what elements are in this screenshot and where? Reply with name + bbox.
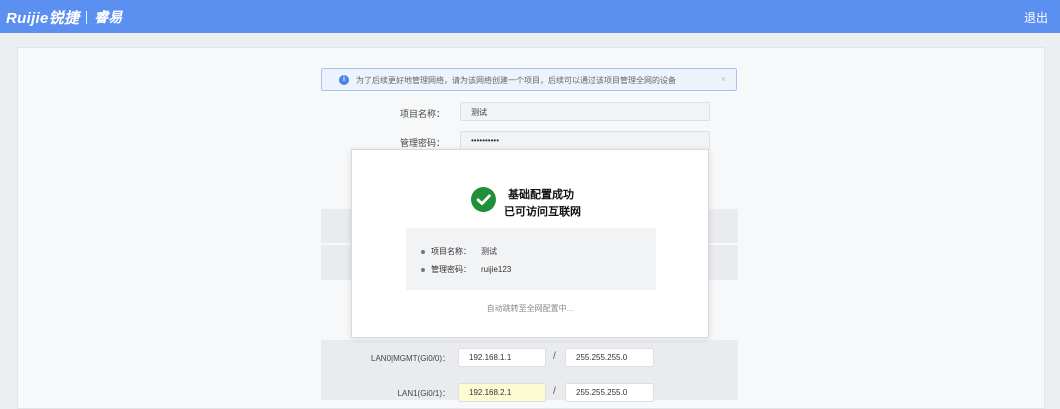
summary-item: 项目名称： 测试: [421, 246, 497, 257]
bullet-icon: [421, 249, 425, 254]
success-dialog: 基础配置成功 已可访问互联网 项目名称： 测试 管理密码： ruijie123 …: [351, 149, 709, 338]
info-notice: i 为了后续更好地管理网络，请为该网络创建一个项目，后续可以通过该项目管理全网的…: [321, 68, 737, 91]
dialog-subtitle: 已可访问互联网: [504, 206, 581, 218]
summary-value: ruijie123: [481, 265, 512, 274]
product-name: 睿易: [94, 9, 123, 25]
logout-button[interactable]: 退出: [1024, 9, 1048, 26]
lan1-ip-input[interactable]: 192.168.2.1: [458, 383, 546, 402]
password-input[interactable]: ••••••••••: [460, 131, 710, 150]
summary-key: 项目名称：: [431, 247, 471, 256]
success-check-icon: [471, 187, 496, 212]
dialog-title: 基础配置成功: [508, 189, 574, 201]
lan0-ip-input[interactable]: 192.168.1.1: [458, 348, 546, 367]
summary-item: 管理密码： ruijie123: [421, 264, 511, 275]
summary-key: 管理密码：: [431, 265, 471, 274]
ruijie-logo: Ruijie锐捷 睿易: [6, 7, 122, 27]
bullet-icon: [421, 267, 425, 272]
redirect-message: 自动跳转至全网配置中...: [486, 304, 574, 313]
summary-value: 测试: [481, 247, 497, 256]
password-label: 管理密码：: [399, 138, 445, 148]
lan0-label: LAN0|MGMT(Gi0/0)：: [371, 354, 450, 363]
lan1-mask-input[interactable]: 255.255.255.0: [565, 383, 654, 402]
logo-divider: [86, 10, 88, 24]
project-name-label: 项目名称：: [399, 109, 445, 119]
top-header: Ruijie锐捷 睿易 退出: [0, 0, 1060, 33]
brand-name: Ruijie锐捷: [6, 9, 80, 27]
lan0-mask-input[interactable]: 255.255.255.0: [565, 348, 654, 367]
notice-text: 为了后续更好地管理网络，请为该网络创建一个项目，后续可以通过该项目管理全网的设备: [356, 76, 676, 85]
separator: /: [553, 351, 556, 362]
separator: /: [553, 386, 556, 397]
close-icon[interactable]: ×: [721, 74, 726, 84]
project-name-input[interactable]: 测试: [460, 102, 710, 121]
config-summary: [406, 228, 656, 290]
info-icon: i: [339, 75, 349, 85]
lan1-label: LAN1(Gi0/1)：: [397, 389, 450, 398]
